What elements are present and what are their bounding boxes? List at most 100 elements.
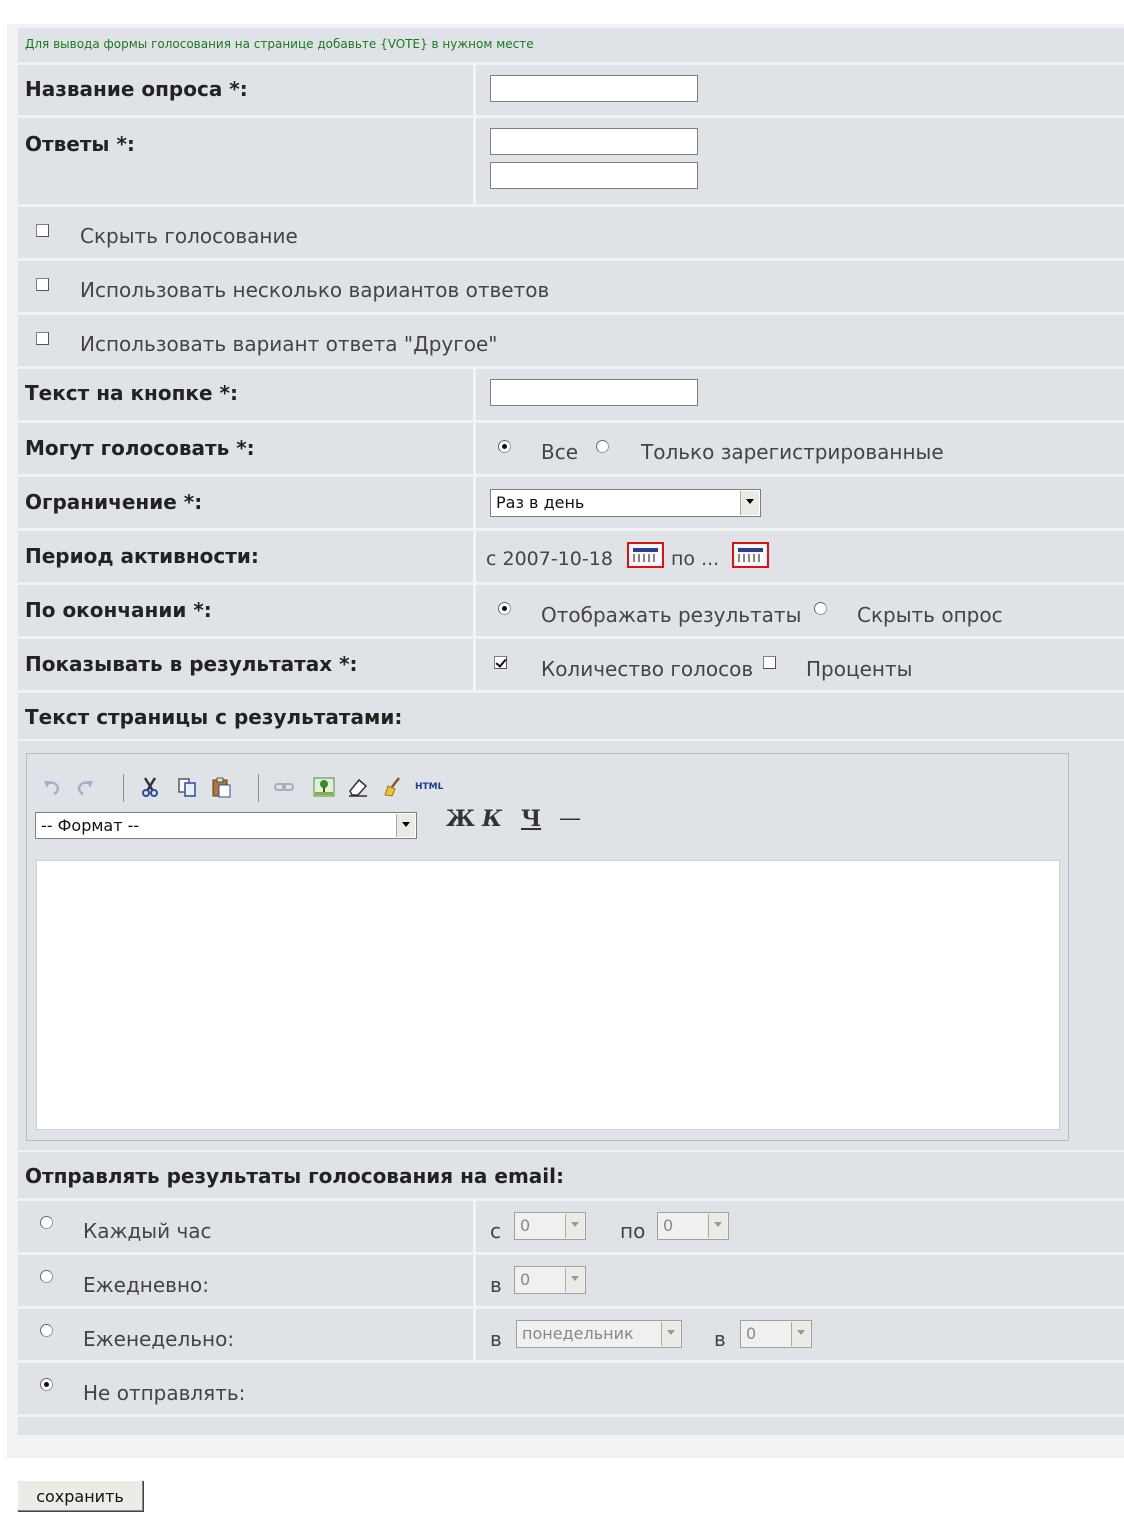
period-label: Период активности: xyxy=(25,544,259,568)
undo-icon[interactable] xyxy=(41,776,63,798)
save-button[interactable]: сохранить xyxy=(17,1480,143,1511)
eraser-icon[interactable] xyxy=(347,776,369,798)
weekly-hour-value: 0 xyxy=(746,1324,757,1343)
cut-icon[interactable] xyxy=(139,776,161,798)
poll-title-input[interactable] xyxy=(490,75,698,102)
calendar-from-icon[interactable] xyxy=(627,542,664,568)
weekly-day-select[interactable]: понедельник xyxy=(516,1320,682,1348)
underline-button[interactable]: Ч xyxy=(521,806,541,832)
email-hourly-row: Каждый час с 0 по 0 xyxy=(18,1201,1124,1252)
daily-hour-select[interactable]: 0 xyxy=(514,1266,586,1294)
results-text-label: Текст страницы с результатами: xyxy=(25,705,403,729)
email-daily-row: Ежедневно: в 0 xyxy=(18,1255,1124,1306)
answers-label: Ответы *: xyxy=(25,132,135,156)
who-can-vote-label: Могут голосовать *: xyxy=(25,436,255,460)
cleanup-icon[interactable] xyxy=(382,776,404,798)
format-value: -- Формат -- xyxy=(41,816,140,835)
weekly-hour-select[interactable]: 0 xyxy=(740,1320,812,1348)
show-results-radio[interactable] xyxy=(498,602,511,615)
poll-title-label: Название опроса *: xyxy=(25,77,248,101)
answer-input-2[interactable] xyxy=(490,162,698,189)
email-hourly-radio[interactable] xyxy=(40,1216,53,1229)
chevron-down-icon xyxy=(708,1214,727,1238)
hide-vote-row: Скрыть голосование xyxy=(18,207,1124,258)
answer-input-1[interactable] xyxy=(490,128,698,155)
button-text-input[interactable] xyxy=(490,379,698,406)
after-end-label: По окончании *: xyxy=(25,598,212,622)
hourly-to-select[interactable]: 0 xyxy=(657,1212,729,1240)
chevron-down-icon xyxy=(791,1322,810,1346)
email-section-label: Отправлять результаты голосования на ema… xyxy=(25,1164,564,1188)
format-select[interactable]: -- Формат -- xyxy=(35,812,417,839)
email-section-row: Отправлять результаты голосования на ema… xyxy=(18,1152,1124,1198)
image-icon[interactable] xyxy=(313,776,335,798)
email-weekly-label: Еженедельно: xyxy=(83,1327,235,1351)
multiple-answers-label: Использовать несколько вариантов ответов xyxy=(80,278,550,302)
vote-all-label: Все xyxy=(541,440,579,464)
other-answer-label: Использовать вариант ответа "Другое" xyxy=(80,332,498,356)
multiple-answers-checkbox[interactable] xyxy=(36,278,49,291)
period-to-text: по ... xyxy=(671,548,720,570)
email-none-label: Не отправлять: xyxy=(83,1381,246,1405)
editor-content-area[interactable] xyxy=(36,860,1060,1130)
hourly-from-value: 0 xyxy=(520,1216,531,1235)
limit-row: Ограничение *: Раз в день xyxy=(18,477,1124,528)
email-daily-radio[interactable] xyxy=(40,1270,53,1283)
email-daily-label: Ежедневно: xyxy=(83,1273,210,1297)
copy-icon[interactable] xyxy=(176,776,198,798)
chevron-down-icon xyxy=(396,814,415,837)
link-icon[interactable] xyxy=(273,776,295,798)
vote-registered-radio[interactable] xyxy=(596,440,609,453)
hide-vote-label: Скрыть голосование xyxy=(80,224,298,248)
other-answer-row: Использовать вариант ответа "Другое" xyxy=(18,315,1124,366)
daily-prefix: в xyxy=(490,1273,502,1297)
hourly-from-select[interactable]: 0 xyxy=(514,1212,586,1240)
horizontal-rule-button[interactable]: — xyxy=(559,806,581,831)
poll-title-row: Название опроса *: xyxy=(18,65,1124,115)
multiple-answers-row: Использовать несколько вариантов ответов xyxy=(18,261,1124,312)
rich-text-editor: HTML -- Формат -- Ж К Ч — xyxy=(26,753,1069,1141)
period-row: Период активности: с 2007-10-18 по ... xyxy=(18,531,1124,582)
percents-label: Проценты xyxy=(806,657,913,681)
limit-value: Раз в день xyxy=(496,493,585,512)
vote-tag-notice: Для вывода формы голосования на странице… xyxy=(25,37,534,51)
html-icon[interactable]: HTML xyxy=(415,782,443,792)
after-end-row: По окончании *: Отображать результаты Ск… xyxy=(18,585,1124,636)
editor-row: HTML -- Формат -- Ж К Ч — xyxy=(18,741,1124,1150)
hide-poll-label: Скрыть опрос xyxy=(857,603,1003,627)
chevron-down-icon xyxy=(740,491,759,515)
hourly-to-value: 0 xyxy=(663,1216,674,1235)
button-text-row: Текст на кнопке *: xyxy=(18,369,1124,420)
notice-row: Для вывода формы голосования на странице… xyxy=(18,28,1124,62)
other-answer-checkbox[interactable] xyxy=(36,332,49,345)
hide-vote-checkbox[interactable] xyxy=(36,224,49,237)
weekly-day-value: понедельник xyxy=(522,1324,634,1343)
email-hourly-label: Каждый час xyxy=(83,1219,212,1243)
vote-all-radio[interactable] xyxy=(498,440,511,453)
redo-icon[interactable] xyxy=(74,776,96,798)
email-weekly-row: Еженедельно: в понедельник в 0 xyxy=(18,1309,1124,1360)
email-none-row: Не отправлять: xyxy=(18,1363,1124,1414)
email-none-radio[interactable] xyxy=(40,1378,53,1391)
daily-hour-value: 0 xyxy=(520,1270,531,1289)
email-weekly-radio[interactable] xyxy=(40,1324,53,1337)
limit-label: Ограничение *: xyxy=(25,490,203,514)
vote-registered-label: Только зарегистрированные xyxy=(641,440,944,464)
percents-checkbox[interactable] xyxy=(763,656,776,669)
hourly-from-prefix: с xyxy=(490,1219,501,1243)
weekly-day-prefix: в xyxy=(490,1327,502,1351)
votes-count-label: Количество голосов xyxy=(541,657,754,681)
chevron-down-icon xyxy=(565,1214,584,1238)
bold-button[interactable]: Ж xyxy=(446,806,475,832)
hide-poll-radio[interactable] xyxy=(814,602,827,615)
paste-icon[interactable] xyxy=(210,776,232,798)
results-text-row: Текст страницы с результатами: xyxy=(18,693,1124,739)
who-can-vote-row: Могут голосовать *: Все Только зарегистр… xyxy=(18,423,1124,474)
answers-row: Ответы *: xyxy=(18,118,1124,204)
chevron-down-icon xyxy=(565,1268,584,1292)
calendar-to-icon[interactable] xyxy=(732,542,769,568)
italic-button[interactable]: К xyxy=(482,806,502,832)
votes-count-checkbox[interactable] xyxy=(494,656,507,669)
limit-select[interactable]: Раз в день xyxy=(490,489,761,517)
show-in-results-row: Показывать в результатах *: Количество г… xyxy=(18,639,1124,690)
